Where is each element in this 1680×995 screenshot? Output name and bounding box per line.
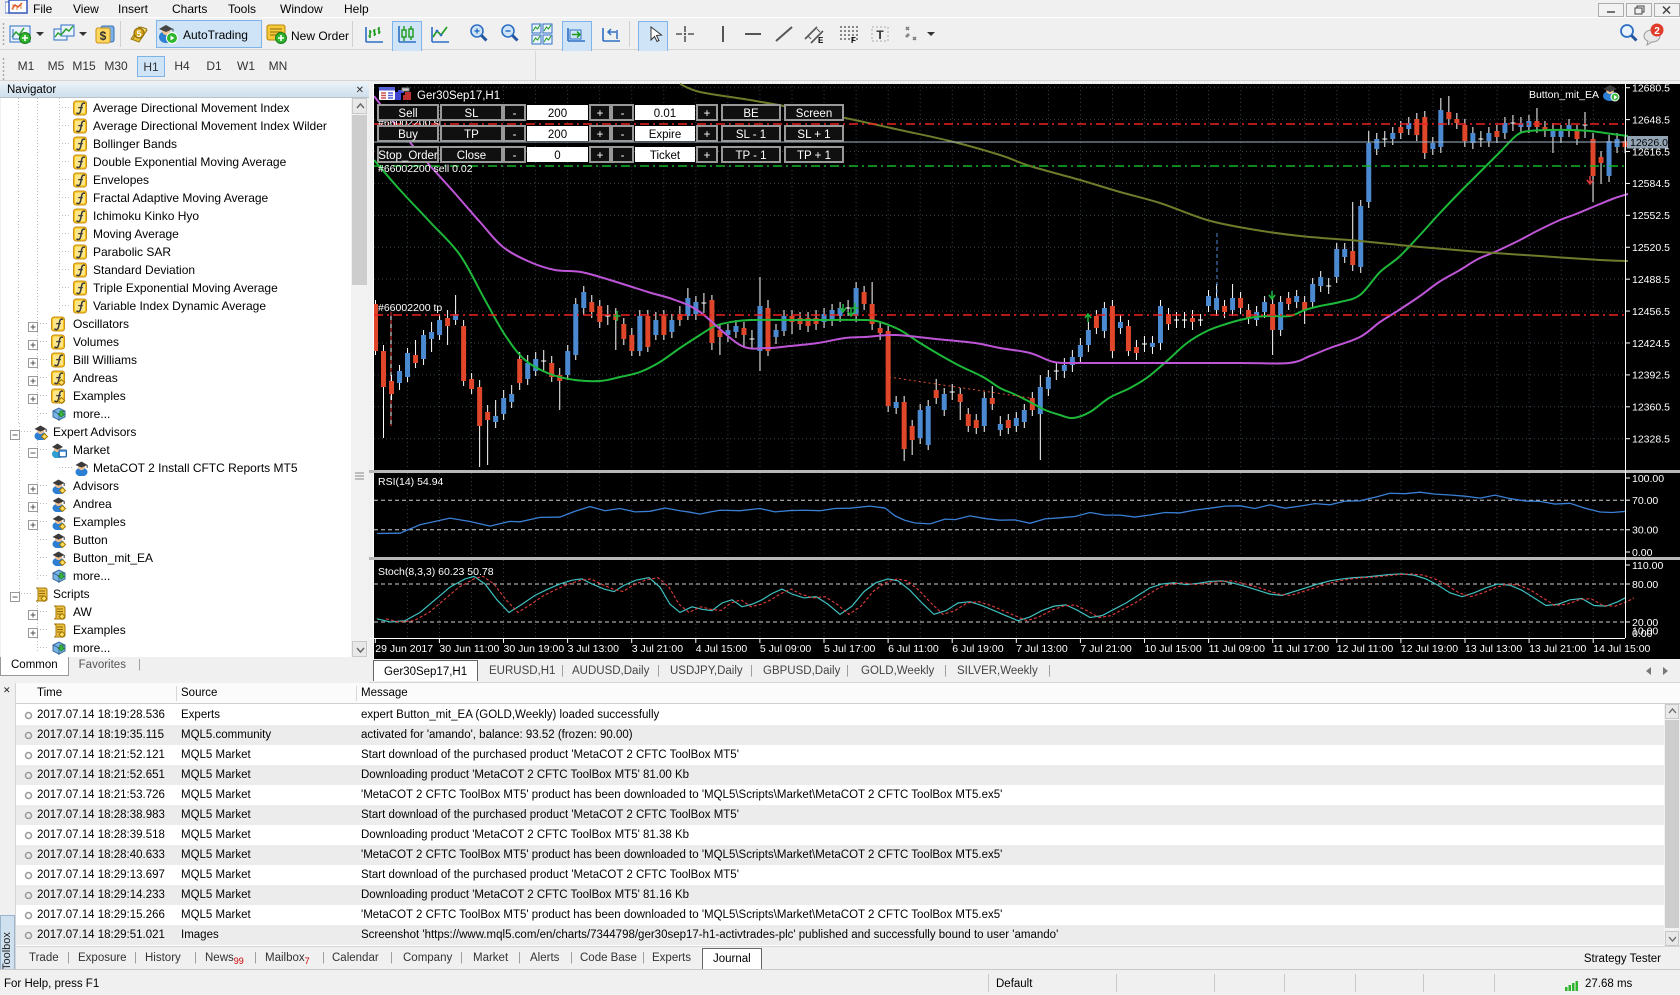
svg-text:3 Jul 21:00: 3 Jul 21:00	[632, 643, 684, 655]
svg-text:#66002200 sell 0.02: #66002200 sell 0.02	[378, 163, 473, 175]
svg-text:5 Jul 09:00: 5 Jul 09:00	[760, 643, 812, 655]
svg-text:7 Jul 13:00: 7 Jul 13:00	[1016, 643, 1068, 655]
svg-text:12328.5: 12328.5	[1632, 434, 1670, 446]
svg-text:12626.0: 12626.0	[1630, 137, 1668, 149]
svg-text:70.00: 70.00	[1632, 495, 1658, 507]
svg-text:30.00: 30.00	[1632, 525, 1658, 537]
svg-text:+: +	[704, 129, 711, 141]
svg-text:Sell: Sell	[398, 108, 417, 120]
svg-text:+: +	[597, 108, 604, 120]
svg-text:-: -	[621, 108, 625, 120]
svg-text:0.01: 0.01	[654, 108, 676, 120]
svg-text:10 Jul 15:00: 10 Jul 15:00	[1145, 643, 1202, 655]
svg-text:13 Jul 13:00: 13 Jul 13:00	[1465, 643, 1522, 655]
svg-text:Ger30Sep17,H1: Ger30Sep17,H1	[417, 90, 500, 102]
svg-text:13 Jul 21:00: 13 Jul 21:00	[1529, 643, 1586, 655]
svg-text:29 Jun 2017: 29 Jun 2017	[375, 643, 433, 655]
svg-text:12584.5: 12584.5	[1632, 178, 1670, 190]
svg-text:SL: SL	[464, 108, 479, 120]
svg-text:-: -	[513, 108, 517, 120]
svg-text:6 Jul 19:00: 6 Jul 19:00	[952, 643, 1004, 655]
svg-text:TP: TP	[464, 129, 479, 141]
svg-text:12680.5: 12680.5	[1632, 83, 1670, 95]
svg-text:30 Jun 19:00: 30 Jun 19:00	[504, 643, 565, 655]
svg-text:5 Jul 17:00: 5 Jul 17:00	[824, 643, 876, 655]
svg-text:80.00: 80.00	[1632, 579, 1658, 591]
svg-text:Ticket: Ticket	[650, 150, 681, 162]
svg-text:11 Jul 17:00: 11 Jul 17:00	[1273, 643, 1330, 655]
svg-text:+: +	[597, 150, 604, 162]
svg-text:Button_mit_EA: Button_mit_EA	[1529, 89, 1599, 101]
svg-text:0: 0	[554, 150, 560, 162]
svg-text:+: +	[597, 129, 604, 141]
svg-text:E: E	[818, 36, 824, 45]
svg-text:+: +	[704, 150, 711, 162]
svg-text:RSI(14) 54.94: RSI(14) 54.94	[378, 476, 444, 488]
svg-text:100.00: 100.00	[1632, 473, 1664, 485]
svg-text:12 Jul 19:00: 12 Jul 19:00	[1401, 643, 1458, 655]
svg-text:$: $	[100, 29, 107, 43]
svg-text:Screen: Screen	[796, 108, 832, 120]
svg-text:12520.5: 12520.5	[1632, 242, 1670, 254]
svg-text:12648.5: 12648.5	[1632, 114, 1670, 126]
svg-text:200: 200	[548, 129, 567, 141]
svg-text:-: -	[621, 129, 625, 141]
svg-text:12424.5: 12424.5	[1632, 338, 1670, 350]
svg-text:TP - 1: TP - 1	[735, 150, 766, 162]
svg-text:+: +	[704, 108, 711, 120]
svg-text:3 Jul 13:00: 3 Jul 13:00	[568, 643, 620, 655]
svg-text:200: 200	[548, 108, 567, 120]
svg-text:Expire: Expire	[649, 129, 682, 141]
svg-text:Stoch(8,3,3) 60.23 50.78: Stoch(8,3,3) 60.23 50.78	[378, 566, 494, 578]
svg-text:-: -	[621, 150, 625, 162]
svg-text:Close: Close	[457, 150, 486, 162]
svg-text:5: 5	[136, 29, 141, 39]
svg-text:Stop_Order: Stop_Order	[378, 150, 438, 162]
svg-text:30 Jun 11:00: 30 Jun 11:00	[439, 643, 499, 655]
svg-text:12456.5: 12456.5	[1632, 306, 1670, 318]
svg-text:7 Jul 21:00: 7 Jul 21:00	[1080, 643, 1132, 655]
svg-text:11 Jul 09:00: 11 Jul 09:00	[1209, 643, 1266, 655]
svg-text:SL - 1: SL - 1	[736, 129, 766, 141]
svg-text:#66002200 tp: #66002200 tp	[378, 302, 442, 314]
svg-text:-: -	[513, 150, 517, 162]
svg-text:TP + 1: TP + 1	[797, 150, 831, 162]
svg-text:12488.5: 12488.5	[1632, 274, 1670, 286]
svg-text:SL + 1: SL + 1	[797, 129, 830, 141]
svg-text:0.00: 0.00	[1632, 547, 1653, 559]
svg-text:BE: BE	[743, 108, 759, 120]
svg-text:12552.5: 12552.5	[1632, 210, 1670, 222]
svg-text:2: 2	[1654, 26, 1660, 37]
svg-text:Buy: Buy	[398, 129, 418, 141]
svg-text:F: F	[851, 36, 856, 45]
svg-text:T: T	[876, 28, 884, 42]
svg-text:6 Jul 11:00: 6 Jul 11:00	[888, 643, 939, 655]
svg-text:12360.5: 12360.5	[1632, 402, 1670, 414]
svg-text:0.00: 0.00	[1632, 628, 1653, 640]
svg-text:110.00: 110.00	[1632, 560, 1663, 572]
svg-text:14 Jul 15:00: 14 Jul 15:00	[1593, 643, 1650, 655]
svg-text:4 Jul 15:00: 4 Jul 15:00	[696, 643, 748, 655]
svg-text:12 Jul 11:00: 12 Jul 11:00	[1337, 643, 1394, 655]
svg-text:-: -	[513, 129, 517, 141]
svg-text:12392.5: 12392.5	[1632, 370, 1670, 382]
